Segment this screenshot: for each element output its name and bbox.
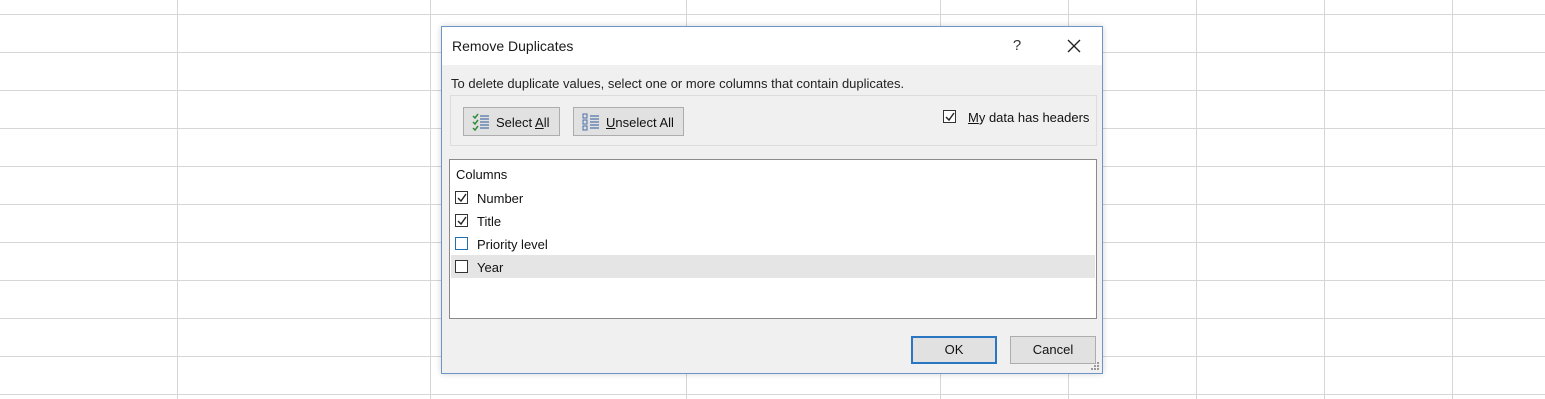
column-checkbox[interactable] <box>455 237 468 250</box>
columns-listbox[interactable]: Columns Number Title Priority level Year <box>449 159 1097 319</box>
check-icon <box>945 112 955 122</box>
grid-column-divider <box>1324 0 1325 399</box>
select-all-icon <box>472 113 489 131</box>
column-item-title[interactable]: Title <box>451 209 1095 232</box>
check-icon <box>457 216 467 226</box>
column-item-label: Title <box>477 214 502 229</box>
unselect-all-label: Unselect All <box>606 115 674 130</box>
columns-header: Columns <box>456 167 508 182</box>
close-icon <box>1067 39 1081 53</box>
column-item-label: Priority level <box>477 237 548 252</box>
column-item-label: Number <box>477 191 524 206</box>
instruction-text: To delete duplicate values, select one o… <box>451 76 905 91</box>
unselect-all-icon <box>582 113 599 131</box>
column-item-year[interactable]: Year <box>451 255 1095 278</box>
grid-column-divider <box>1452 0 1453 399</box>
resize-grip-icon[interactable] <box>1090 361 1100 371</box>
select-all-label: Select All <box>496 115 550 130</box>
dialog-titlebar[interactable]: Remove Duplicates ? <box>442 27 1102 65</box>
check-icon <box>457 193 467 203</box>
grid-row-divider <box>0 14 1545 15</box>
unselect-all-button[interactable]: Unselect All <box>573 107 684 136</box>
grid-column-divider <box>177 0 178 399</box>
ok-button[interactable]: OK <box>911 336 997 364</box>
help-button[interactable]: ? <box>1002 33 1032 59</box>
has-headers-label: My data has headers <box>968 110 1090 125</box>
column-item-number[interactable]: Number <box>451 186 1095 209</box>
selection-toolbar: Select All Unselect All My data has head… <box>450 95 1097 146</box>
checkbox[interactable] <box>943 110 956 123</box>
cancel-button[interactable]: Cancel <box>1010 336 1096 364</box>
grid-column-divider <box>430 0 431 399</box>
column-checkbox[interactable] <box>455 260 468 273</box>
select-all-button[interactable]: Select All <box>463 107 560 136</box>
close-button[interactable] <box>1056 32 1092 60</box>
column-checkbox[interactable] <box>455 214 468 227</box>
remove-duplicates-dialog: Remove Duplicates ? To delete duplicate … <box>441 26 1103 374</box>
column-item-label: Year <box>477 260 504 275</box>
column-checkbox[interactable] <box>455 191 468 204</box>
grid-row-divider <box>0 394 1545 395</box>
has-headers-checkbox[interactable]: My data has headers <box>935 107 1095 127</box>
dialog-title: Remove Duplicates <box>452 38 574 54</box>
grid-column-divider <box>1196 0 1197 399</box>
column-item-priority-level[interactable]: Priority level <box>451 232 1095 255</box>
